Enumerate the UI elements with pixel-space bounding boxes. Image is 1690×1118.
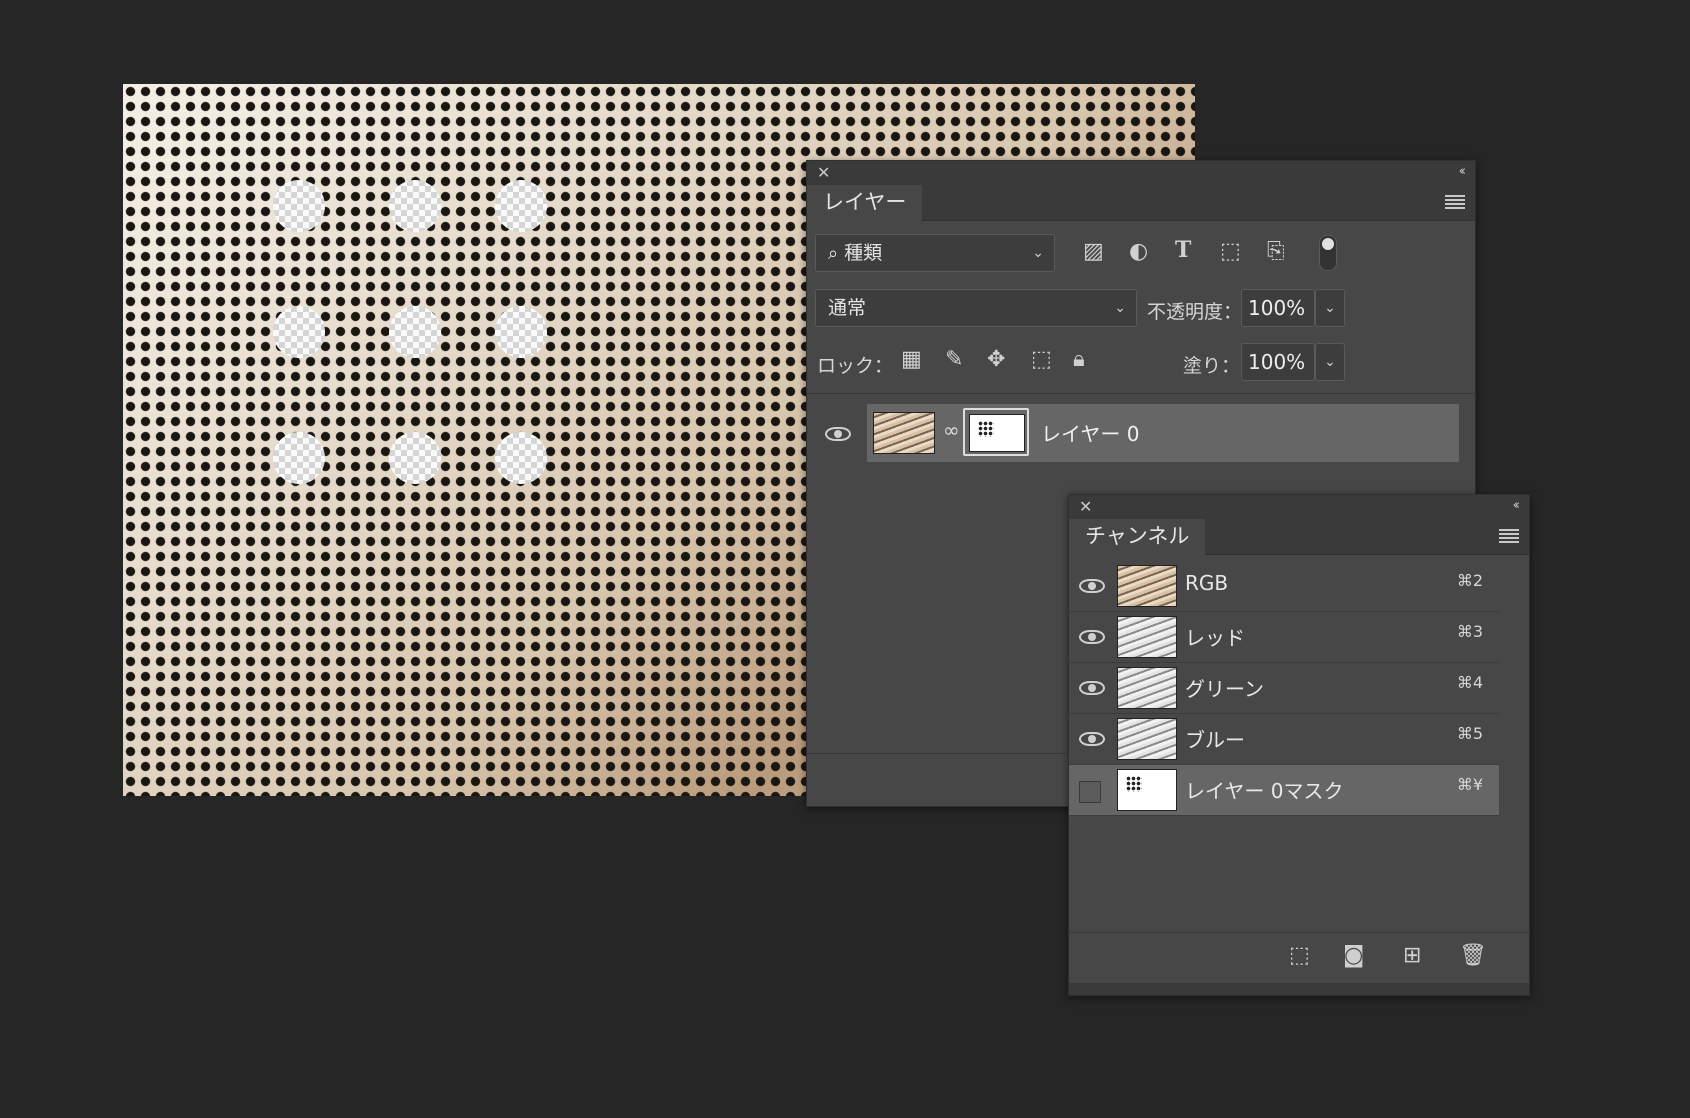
transparent-hole (273, 306, 325, 358)
channel-shortcut: ⌘5 (1456, 724, 1483, 743)
adjustment-filter-icon[interactable]: ◐ (1129, 239, 1148, 264)
channel-row-red[interactable]: レッド ⌘3 (1069, 612, 1499, 663)
channel-thumbnail (1117, 565, 1177, 607)
visibility-eye-icon[interactable] (1079, 630, 1105, 644)
visibility-eye-icon[interactable] (1079, 681, 1105, 695)
lock-artboard-icon[interactable]: ⬚ (1031, 347, 1052, 372)
transparent-hole (389, 432, 441, 484)
layer-row[interactable]: ∞ レイヤー 0 (867, 404, 1459, 462)
opacity-value: 100% (1248, 296, 1306, 320)
search-icon: ⌕ (828, 243, 839, 264)
save-selection-icon[interactable]: ◙ (1343, 943, 1364, 968)
channel-thumbnail (1117, 769, 1177, 811)
mask-preview (969, 414, 1025, 452)
fill-label: 塗り： (1183, 355, 1241, 377)
collapse-icon[interactable]: ‹‹ (1513, 498, 1521, 513)
filter-toggle-icon[interactable] (1319, 235, 1337, 271)
panel-menu-icon[interactable] (1445, 195, 1465, 209)
channel-row-layer-mask[interactable]: レイヤー 0マスク ⌘¥ (1069, 765, 1499, 816)
transparent-hole (495, 432, 547, 484)
fill-slider-button[interactable]: ⌄ (1315, 343, 1345, 381)
visibility-eye-icon[interactable] (825, 427, 851, 441)
lock-all-icon[interactable]: 🔒︎ (1073, 347, 1085, 372)
panel-menu-icon[interactable] (1499, 529, 1519, 543)
transparent-hole (495, 180, 547, 232)
channel-shortcut: ⌘4 (1456, 673, 1483, 692)
visibility-checkbox[interactable] (1079, 781, 1101, 803)
channel-name: レイヤー 0マスク (1185, 779, 1344, 803)
filter-kind-label: 種類 (844, 242, 883, 264)
close-icon[interactable]: ✕ (1079, 497, 1092, 516)
channel-shortcut: ⌘¥ (1456, 775, 1483, 794)
blend-mode-dropdown[interactable]: 通常 ⌄ (815, 289, 1137, 327)
layers-panel-header[interactable]: ✕ ‹‹ (807, 161, 1475, 185)
visibility-eye-icon[interactable] (1079, 732, 1105, 746)
channels-list: RGB ⌘2 レッド ⌘3 グリーン ⌘4 ブルー ⌘5 レイヤー 0マスク ⌘… (1069, 555, 1529, 925)
channel-name: グリーン (1185, 677, 1264, 701)
channel-thumbnail (1117, 667, 1177, 709)
channel-shortcut: ⌘3 (1456, 622, 1483, 641)
opacity-input[interactable]: 100% (1241, 289, 1315, 327)
opacity-label: 不透明度： (1147, 301, 1243, 323)
resize-grip[interactable] (1069, 983, 1529, 995)
opacity-slider-button[interactable]: ⌄ (1315, 289, 1345, 327)
chevron-down-icon: ⌄ (1032, 245, 1044, 261)
layer-name[interactable]: レイヤー 0 (1041, 418, 1139, 447)
close-icon[interactable]: ✕ (817, 163, 830, 182)
layer-filter-dropdown[interactable]: ⌕ 種類 ⌄ (815, 234, 1055, 272)
channel-name: レッド (1185, 626, 1245, 650)
fill-value: 100% (1248, 350, 1306, 374)
channel-thumbnail (1117, 718, 1177, 760)
new-channel-icon[interactable]: ⊞ (1403, 943, 1421, 968)
lock-paint-icon[interactable]: ✎ (945, 347, 963, 372)
lock-transparent-icon[interactable]: ▦ (901, 347, 922, 372)
smart-object-filter-icon[interactable]: ⎘ (1267, 239, 1285, 264)
chevron-down-icon: ⌄ (1114, 300, 1126, 316)
channel-name: ブルー (1185, 728, 1245, 752)
mask-dots (1126, 776, 1142, 792)
transparent-hole (273, 432, 325, 484)
image-filter-icon[interactable]: ▨ (1083, 239, 1104, 264)
shape-filter-icon[interactable]: ⬚ (1220, 239, 1241, 264)
channel-shortcut: ⌘2 (1456, 571, 1483, 590)
channel-row-blue[interactable]: ブルー ⌘5 (1069, 714, 1499, 765)
channel-thumbnail (1117, 616, 1177, 658)
layer-thumbnail[interactable] (873, 412, 935, 454)
layer-mask-thumbnail[interactable] (963, 408, 1029, 456)
layers-tabbar: レイヤー (807, 185, 1475, 221)
channels-panel: ✕ ‹‹ チャンネル RGB ⌘2 レッド ⌘3 グリーン ⌘4 ブルー ⌘5 … (1068, 494, 1530, 996)
delete-channel-icon[interactable]: 🗑︎ (1459, 943, 1487, 968)
transparent-hole (389, 180, 441, 232)
blend-mode-value: 通常 (828, 297, 867, 319)
mask-dots (978, 421, 994, 437)
load-selection-icon[interactable]: ⬚ (1289, 943, 1310, 968)
channels-panel-header[interactable]: ✕ ‹‹ (1069, 495, 1529, 519)
link-icon[interactable]: ∞ (943, 418, 960, 442)
channel-row-rgb[interactable]: RGB ⌘2 (1069, 561, 1499, 612)
transparent-hole (389, 306, 441, 358)
transparent-hole (495, 306, 547, 358)
fill-input[interactable]: 100% (1241, 343, 1315, 381)
channels-tabbar: チャンネル (1069, 519, 1529, 555)
tab-channels[interactable]: チャンネル (1069, 519, 1206, 555)
transparent-hole (273, 180, 325, 232)
channel-row-green[interactable]: グリーン ⌘4 (1069, 663, 1499, 714)
lock-label: ロック： (817, 355, 894, 377)
channels-footer: ⬚ ◙ ⊞ 🗑︎ (1069, 932, 1529, 981)
collapse-icon[interactable]: ‹‹ (1459, 164, 1467, 179)
type-filter-icon[interactable]: T (1175, 237, 1191, 263)
lock-position-icon[interactable]: ✥ (987, 347, 1005, 372)
visibility-eye-icon[interactable] (1079, 579, 1105, 593)
channel-name: RGB (1185, 571, 1229, 595)
tab-layers[interactable]: レイヤー (807, 185, 923, 221)
